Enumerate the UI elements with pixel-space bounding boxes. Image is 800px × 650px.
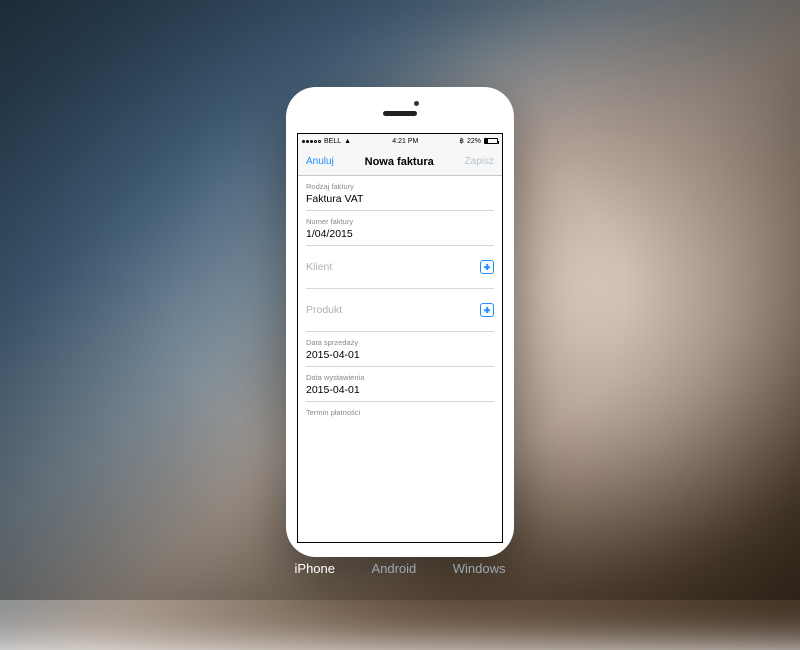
tab-windows[interactable]: Windows bbox=[453, 561, 506, 576]
label-invoice-type: Rodzaj faktury bbox=[306, 182, 494, 191]
battery-icon bbox=[484, 138, 498, 144]
value-invoice-number: 1/04/2015 bbox=[306, 228, 494, 240]
battery-pct: 22% bbox=[467, 138, 481, 145]
tab-iphone[interactable]: iPhone bbox=[295, 561, 335, 576]
cancel-button[interactable]: Anuluj bbox=[306, 156, 334, 167]
bluetooth-icon: ฿ bbox=[460, 137, 464, 145]
platform-tabs: iPhone Android Windows bbox=[0, 560, 800, 578]
label-sale-date: Data sprzedaży bbox=[306, 338, 494, 347]
phone-sensor-dot bbox=[414, 101, 419, 106]
value-issue-date: 2015-04-01 bbox=[306, 384, 494, 396]
status-time: 4:21 PM bbox=[392, 138, 418, 145]
tab-android[interactable]: Android bbox=[371, 561, 416, 576]
carrier-label: BELL bbox=[324, 138, 341, 145]
label-invoice-number: Numer faktury bbox=[306, 217, 494, 226]
row-add-client[interactable]: Klient bbox=[306, 246, 494, 289]
row-sale-date[interactable]: Data sprzedaży 2015-04-01 bbox=[306, 332, 494, 367]
row-payment-due[interactable]: Termin płatności bbox=[306, 402, 494, 423]
phone-frame: BELL ▲ 4:21 PM ฿ 22% Anuluj Nowa faktura… bbox=[286, 87, 514, 557]
row-issue-date[interactable]: Data wystawienia 2015-04-01 bbox=[306, 367, 494, 402]
save-button[interactable]: Zapisz bbox=[465, 156, 494, 167]
value-invoice-type: Faktura VAT bbox=[306, 193, 494, 205]
plus-icon[interactable] bbox=[480, 303, 494, 317]
page-title: Nowa faktura bbox=[365, 156, 434, 168]
row-add-product[interactable]: Produkt bbox=[306, 289, 494, 332]
label-payment-due: Termin płatności bbox=[306, 408, 494, 417]
label-client: Klient bbox=[306, 261, 332, 273]
navigation-bar: Anuluj Nowa faktura Zapisz bbox=[298, 148, 502, 176]
row-invoice-type[interactable]: Rodzaj faktury Faktura VAT bbox=[306, 176, 494, 211]
value-sale-date: 2015-04-01 bbox=[306, 349, 494, 361]
plus-icon[interactable] bbox=[480, 260, 494, 274]
wifi-icon: ▲ bbox=[344, 138, 351, 145]
label-issue-date: Data wystawienia bbox=[306, 373, 494, 382]
phone-earpiece bbox=[383, 111, 417, 116]
invoice-form: Rodzaj faktury Faktura VAT Numer faktury… bbox=[298, 176, 502, 542]
label-product: Produkt bbox=[306, 304, 342, 316]
signal-strength-icon bbox=[302, 140, 321, 143]
ios-status-bar: BELL ▲ 4:21 PM ฿ 22% bbox=[298, 134, 502, 148]
row-invoice-number[interactable]: Numer faktury 1/04/2015 bbox=[306, 211, 494, 246]
phone-screen: BELL ▲ 4:21 PM ฿ 22% Anuluj Nowa faktura… bbox=[297, 133, 503, 543]
